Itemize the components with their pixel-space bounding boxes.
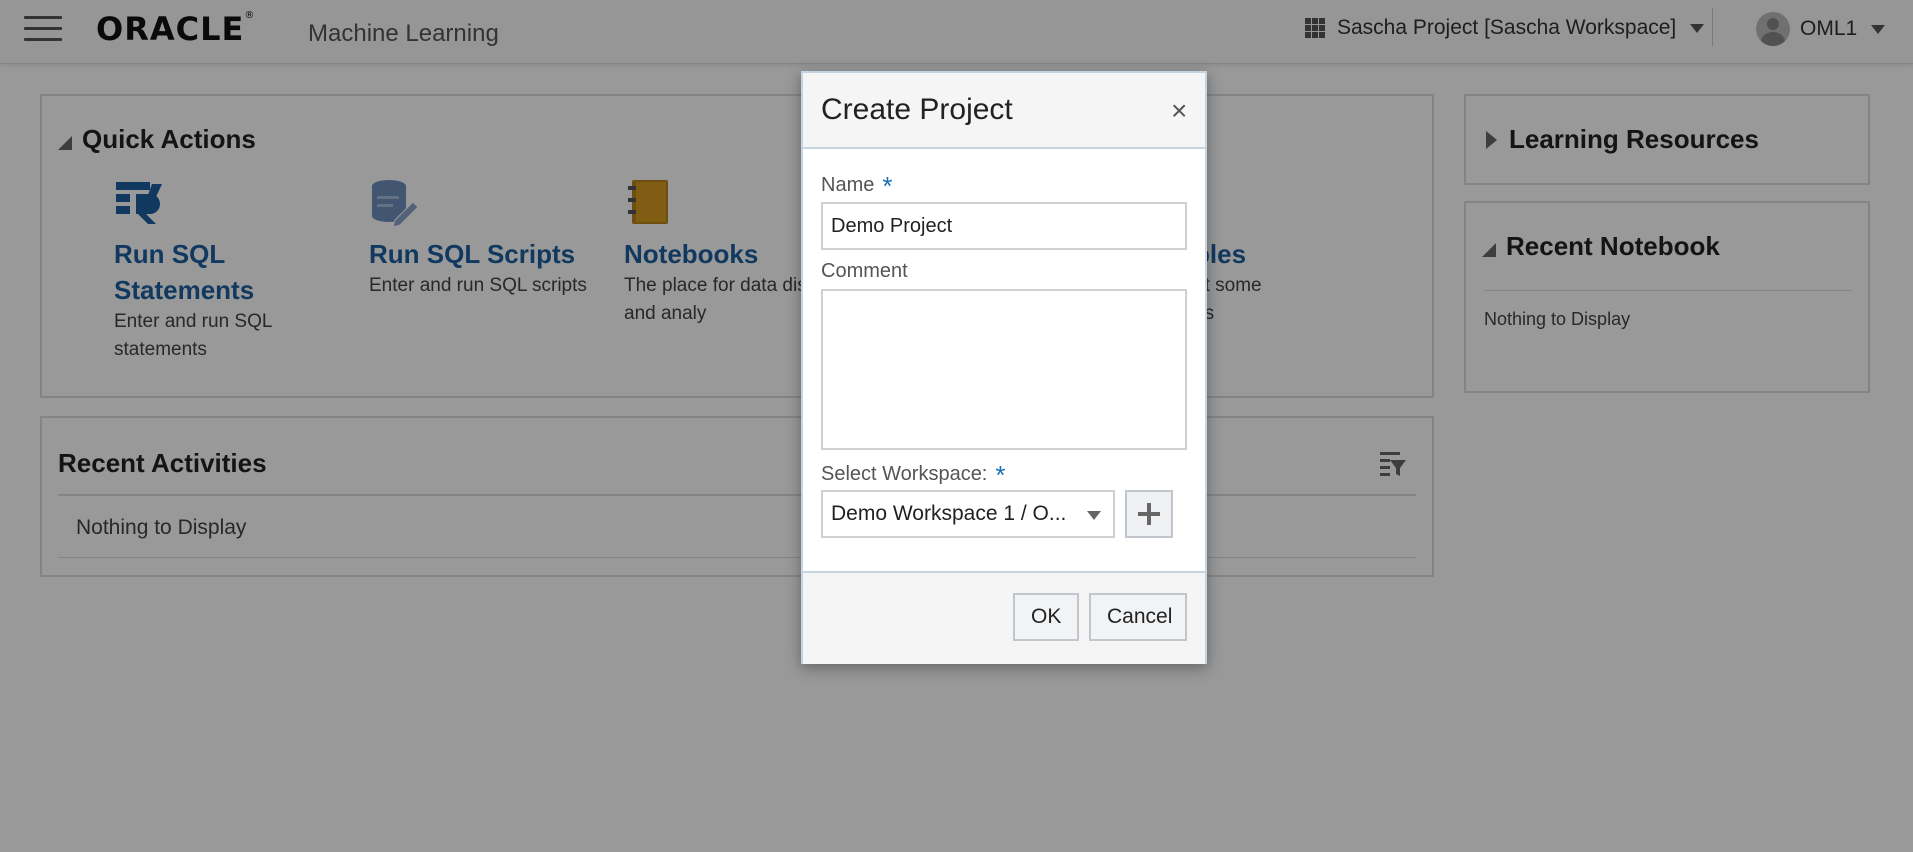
name-label-text: Name	[821, 174, 875, 196]
dialog-title: Create Project	[821, 93, 1013, 126]
ok-button[interactable]: OK	[1013, 593, 1079, 641]
workspace-label-text: Select Workspace:	[821, 463, 988, 485]
dialog-footer: OK Cancel	[803, 571, 1205, 664]
comment-label: Comment	[821, 260, 908, 282]
project-name-input[interactable]	[821, 202, 1187, 250]
cancel-button[interactable]: Cancel	[1089, 593, 1187, 641]
comment-textarea[interactable]	[821, 289, 1187, 450]
dialog-header: Create Project ×	[803, 73, 1205, 149]
name-label: Name *	[821, 171, 892, 202]
workspace-select[interactable]: Demo Workspace 1 / O...	[821, 490, 1115, 538]
add-workspace-button[interactable]	[1125, 490, 1173, 538]
required-indicator: *	[995, 460, 1006, 490]
required-indicator: *	[882, 171, 893, 201]
close-icon[interactable]: ×	[1171, 97, 1187, 125]
workspace-select-value: Demo Workspace 1 / O...	[831, 502, 1067, 525]
chevron-down-icon	[1087, 511, 1101, 520]
create-project-dialog: Create Project × Name * Comment Select Wo…	[801, 71, 1207, 664]
workspace-label: Select Workspace: *	[821, 460, 1006, 491]
